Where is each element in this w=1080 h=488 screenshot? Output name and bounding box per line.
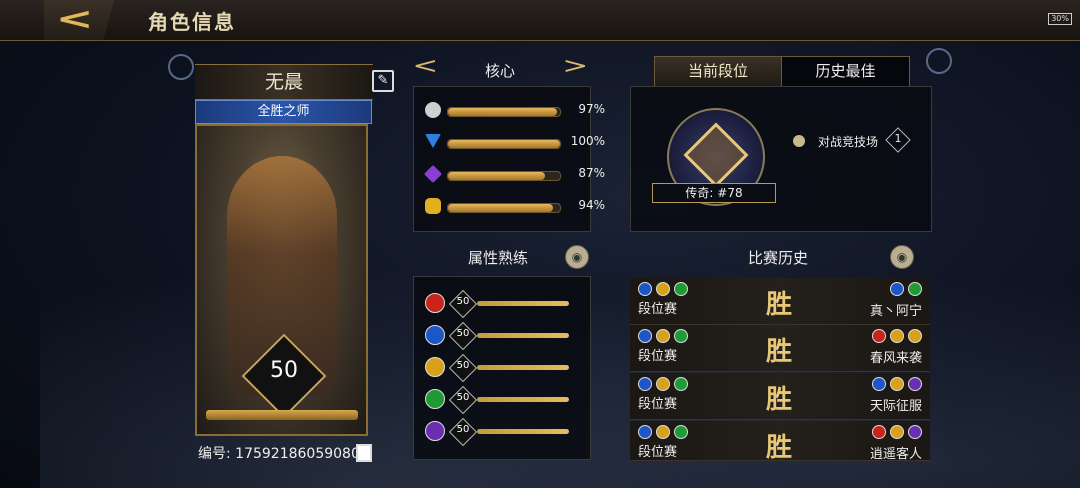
opponent-deck-color-icon (908, 425, 922, 439)
core-stat-fill (448, 108, 557, 116)
rank-tabs: 当前段位 历史最佳 (654, 56, 910, 87)
opponent-deck-color-icon (872, 425, 886, 439)
core-stat-bar (447, 171, 561, 181)
battery-indicator: 30% (1048, 13, 1072, 25)
back-arrow-icon: < (55, 2, 94, 37)
eye-icon[interactable]: ◉ (565, 245, 589, 269)
mastery-bar (477, 333, 569, 338)
deck-color-icon (656, 282, 670, 296)
blue-attribute-icon (425, 325, 445, 345)
eye-icon[interactable]: ◉ (890, 245, 914, 269)
opponent-deck-color-icon (890, 329, 904, 343)
page-title: 角色信息 (148, 10, 236, 34)
core-stat-percent: 94% (578, 198, 605, 212)
yellow-attribute-icon (425, 357, 445, 377)
deck-color-icon (674, 329, 688, 343)
match-type: 段位赛 (638, 349, 678, 364)
match-row[interactable]: 段位赛 胜 春风来袭 (630, 325, 930, 372)
top-bar: < 角色信息 30% (0, 0, 1080, 41)
match-result: 胜 (766, 433, 793, 461)
deck-color-icon (638, 377, 652, 391)
red-attribute-icon (425, 293, 445, 313)
arena-count: 1 (894, 132, 902, 145)
gold-hexagon-icon (425, 198, 441, 214)
core-stat-fill (448, 172, 546, 180)
match-result: 胜 (766, 337, 793, 367)
opponent-deck-color-icon (872, 377, 886, 391)
match-row[interactable]: 段位赛 胜 天际征服 (630, 373, 930, 420)
core-header: 核心 (484, 62, 515, 80)
match-result: 胜 (766, 290, 793, 320)
tab-current-rank[interactable]: 当前段位 (655, 57, 782, 86)
mastery-bar (477, 397, 569, 402)
match-result: 胜 (766, 385, 793, 415)
history-title: 比赛历史 (748, 249, 809, 267)
core-stat-fill (448, 204, 554, 212)
deck-color-icon (656, 425, 670, 439)
moon-ornament-icon (168, 54, 194, 80)
match-row[interactable]: 段位赛 胜逍遥客人 (630, 421, 930, 461)
opponent-deck-color-icon (908, 282, 922, 296)
mastery-level: 50 (456, 328, 470, 339)
opponent-deck-color-icon (890, 377, 904, 391)
deck-color-icon (656, 377, 670, 391)
tab-best-rank[interactable]: 历史最佳 (782, 57, 909, 86)
name-plate: 无晨 (195, 64, 373, 100)
prev-arrow-icon[interactable]: < (412, 54, 438, 79)
arena-label: 对战竞技场 (818, 135, 879, 149)
mastery-level: 50 (456, 296, 470, 307)
opponent-deck-color-icon (872, 329, 886, 343)
next-arrow-icon[interactable]: > (562, 54, 588, 79)
mastery-bar (477, 301, 569, 306)
core-stat-bar (447, 203, 561, 213)
mastery-level: 50 (456, 360, 470, 371)
core-stat-percent: 97% (578, 102, 605, 116)
deck-color-icon (656, 329, 670, 343)
mastery-title: 属性熟练 (468, 249, 529, 267)
match-type: 段位赛 (638, 445, 678, 460)
mastery-level: 50 (456, 424, 470, 435)
moon-ornament-icon (926, 48, 952, 74)
mastery-level: 50 (456, 392, 470, 403)
core-stat-fill (448, 140, 560, 148)
blue-triangle-icon (425, 134, 441, 148)
match-row[interactable]: 段位赛 胜 真丶阿宁 (630, 278, 930, 325)
core-stat-percent: 100% (570, 134, 605, 148)
deck-color-icon (674, 377, 688, 391)
purple-attribute-icon (425, 421, 445, 441)
mastery-bar (477, 365, 569, 370)
core-stat-bar (447, 107, 561, 117)
copy-icon[interactable] (356, 444, 372, 462)
level-number: 50 (270, 358, 298, 383)
deck-color-icon (674, 425, 688, 439)
opponent-name: 春风来袭 (869, 351, 922, 366)
mastery-bar (477, 429, 569, 434)
opponent-name: 逍遥客人 (869, 447, 922, 461)
back-button[interactable]: < (44, 0, 114, 40)
deck-color-icon (638, 282, 652, 296)
green-attribute-icon (425, 389, 445, 409)
opponent-name: 真丶阿宁 (869, 304, 922, 319)
opponent-name: 天际征服 (869, 399, 922, 414)
core-stat-percent: 87% (578, 166, 605, 180)
player-title: 全胜之师 (195, 100, 372, 124)
opponent-deck-color-icon (908, 377, 922, 391)
opponent-deck-color-icon (890, 282, 904, 296)
deck-color-icon (638, 425, 652, 439)
player-id: 编号: 17592186059080 (198, 446, 360, 462)
deck-color-icon (638, 329, 652, 343)
opponent-deck-color-icon (908, 329, 922, 343)
edit-name-icon[interactable]: ✎ (372, 70, 394, 92)
deck-color-icon (674, 282, 688, 296)
player-name: 无晨 (264, 71, 303, 93)
match-type: 段位赛 (638, 397, 678, 412)
experience-bar (206, 410, 358, 420)
silver-orb-icon (425, 102, 441, 118)
core-stat-bar (447, 139, 561, 149)
match-type: 段位赛 (638, 302, 678, 317)
rank-label: 传奇: #78 (652, 183, 776, 203)
opponent-deck-color-icon (890, 425, 904, 439)
arena-icon (793, 135, 805, 147)
